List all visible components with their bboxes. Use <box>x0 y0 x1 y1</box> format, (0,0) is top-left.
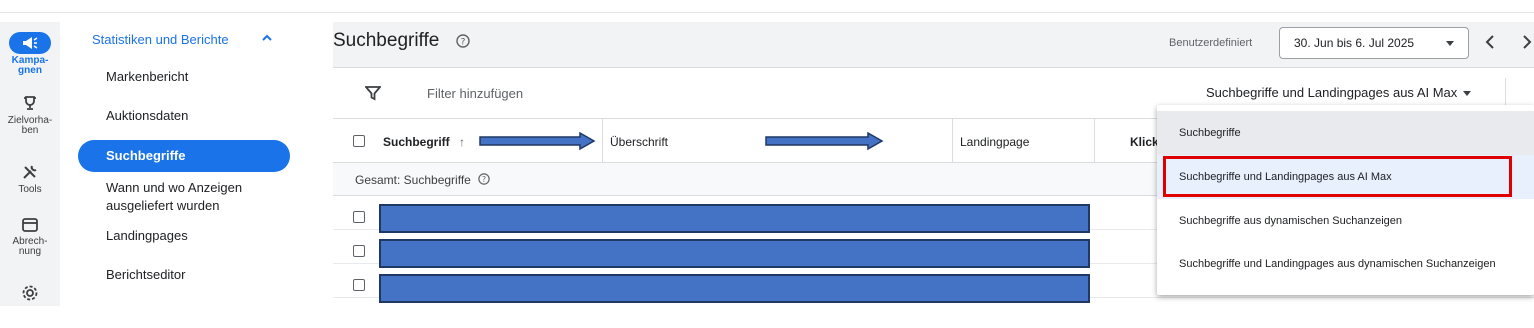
highlight-box <box>1163 156 1512 197</box>
report-type-menu: Suchbegriffe Suchbegriffe und Landingpag… <box>1157 105 1534 295</box>
rail-label-tools: Tools <box>18 184 42 195</box>
menu-option-search-terms-dsa[interactable]: Suchbegriffe aus dynamischen Suchanzeige… <box>1157 199 1534 243</box>
top-divider <box>0 12 1534 13</box>
rail-item-campaigns[interactable]: Kampa- gnen <box>0 32 60 76</box>
total-label: Gesamt: Suchbegriffe ? <box>355 173 490 187</box>
annotation-arrow <box>765 131 884 151</box>
rail-label-campaigns: Kampa- gnen <box>11 55 49 76</box>
annotation-arrow <box>479 131 596 151</box>
redaction-box <box>379 204 1090 233</box>
column-header-headline[interactable]: Überschrift <box>610 135 668 149</box>
rail-label-billing: Abrech- nung <box>12 236 48 257</box>
rail-item-settings[interactable] <box>0 284 60 307</box>
rail-item-tools[interactable]: Tools <box>0 164 60 195</box>
total-label-text: Gesamt: Suchbegriffe <box>355 173 471 187</box>
filter-icon[interactable] <box>364 85 382 106</box>
nav-item-brand-report[interactable]: Markenbericht <box>106 68 188 86</box>
divider <box>1505 78 1506 108</box>
redaction-box <box>379 274 1090 303</box>
left-rail: Kampa- gnen Zielvorha- ben Tools Abrech-… <box>0 22 60 306</box>
rail-item-goals[interactable]: Zielvorha- ben <box>0 95 60 136</box>
view-select[interactable]: Suchbegriffe und Landingpages aus AI Max <box>1206 85 1472 100</box>
select-all-checkbox[interactable] <box>353 135 365 147</box>
rail-label-goals: Zielvorha- ben <box>7 115 53 136</box>
column-label: Suchbegriff <box>383 135 450 149</box>
row-checkbox[interactable] <box>353 211 365 223</box>
rail-item-billing[interactable]: Abrech- nung <box>0 218 60 257</box>
reports-nav-panel: Statistiken und Berichte Markenbericht A… <box>70 22 297 306</box>
date-range-type-label: Benutzerdefiniert <box>1169 37 1253 49</box>
help-icon[interactable]: ? <box>478 173 490 187</box>
credit-card-icon <box>0 218 60 235</box>
svg-text:?: ? <box>482 175 486 184</box>
menu-option-search-terms[interactable]: Suchbegriffe <box>1157 111 1534 155</box>
column-header-search-term[interactable]: Suchbegriff ↑ <box>383 135 465 149</box>
row-checkbox[interactable] <box>353 279 365 291</box>
nav-item-auction-insights[interactable]: Auktionsdaten <box>106 107 188 125</box>
column-header-landing-page[interactable]: Landingpage <box>960 135 1029 149</box>
sort-up-arrow-icon[interactable]: ↑ <box>459 135 465 149</box>
tools-icon <box>0 164 60 183</box>
chevron-right-icon[interactable] <box>1520 34 1534 55</box>
chevron-left-icon[interactable] <box>1483 34 1497 55</box>
nav-item-report-editor[interactable]: Berichtseditor <box>106 266 185 284</box>
view-select-value: Suchbegriffe und Landingpages aus AI Max <box>1206 85 1458 100</box>
svg-text:?: ? <box>461 38 466 48</box>
dropdown-caret-icon <box>1463 91 1472 97</box>
page-title: Suchbegriffe <box>333 30 440 51</box>
date-range-value: 30. Jun bis 6. Jul 2025 <box>1294 36 1415 50</box>
dropdown-caret-icon <box>1446 41 1454 46</box>
menu-option-search-terms-landing-pages-dsa[interactable]: Suchbegriffe und Landingpages aus dynami… <box>1157 242 1534 286</box>
settings-icon <box>0 284 60 305</box>
add-filter-input[interactable]: Filter hinzufügen <box>427 86 523 101</box>
nav-item-landing-pages[interactable]: Landingpages <box>106 227 188 245</box>
nav-section-title[interactable]: Statistiken und Berichte <box>92 32 229 47</box>
nav-item-when-where-ads-showed[interactable]: Wann und wo Anzeigen ausgeliefert wurden <box>106 179 242 215</box>
page: Kampa- gnen Zielvorha- ben Tools Abrech-… <box>0 0 1534 328</box>
chevron-up-icon[interactable] <box>260 31 274 50</box>
megaphone-icon <box>9 32 51 54</box>
nav-item-search-terms[interactable]: Suchbegriffe <box>78 140 290 172</box>
date-range-picker[interactable]: 30. Jun bis 6. Jul 2025 <box>1279 27 1469 59</box>
row-checkbox[interactable] <box>353 245 365 257</box>
column-header-clicks[interactable]: Klick <box>1130 135 1159 149</box>
trophy-icon <box>0 95 60 114</box>
help-icon[interactable]: ? <box>456 34 470 53</box>
